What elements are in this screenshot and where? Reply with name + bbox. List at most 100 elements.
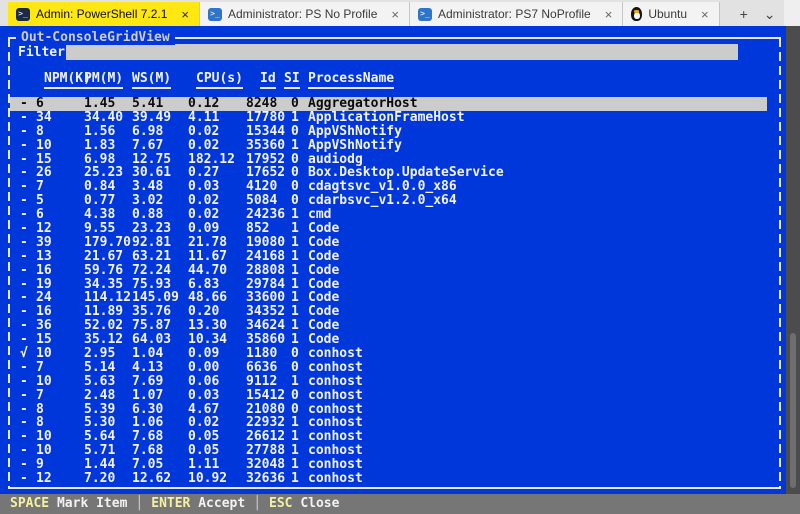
- tab-administrator-ps7-noprofile[interactable]: >_Administrator: PS7 NoProfile×: [410, 2, 623, 26]
- cell-ws: 75.87: [132, 319, 171, 333]
- scrollbar-track[interactable]: [786, 26, 800, 494]
- tab-dropdown-button[interactable]: ⌄: [756, 2, 784, 26]
- cell-npm: 6: [36, 208, 44, 222]
- cell-npm: 8: [36, 125, 44, 139]
- table-row[interactable]: -105.647.680.05266121conhost: [10, 430, 767, 444]
- cell-cpu: 0.20: [188, 305, 219, 319]
- cell-ws: 75.93: [132, 278, 171, 292]
- cell-npm: 9: [36, 458, 44, 472]
- cell-id: 34624: [246, 319, 285, 333]
- cell-ws: 7.05: [132, 458, 163, 472]
- tab-label: Administrator: PS7 NoProfile: [438, 7, 591, 21]
- cell-pm: 179.70: [84, 236, 131, 250]
- cell-ws: 1.04: [132, 347, 163, 361]
- cell-mark: -: [20, 125, 28, 139]
- cell-cpu: 0.03: [188, 180, 219, 194]
- cell-cpu: 21.78: [188, 236, 227, 250]
- cell-si: 1: [291, 278, 299, 292]
- cell-pm: 35.12: [84, 333, 123, 347]
- filter-input[interactable]: [66, 44, 738, 60]
- cell-si: 1: [291, 264, 299, 278]
- cell-ws: 30.61: [132, 166, 171, 180]
- table-row[interactable]: -61.455.410.1282480AggregatorHost: [10, 97, 767, 111]
- tab-administrator-ps-no-profile[interactable]: >_Administrator: PS No Profile×: [200, 2, 410, 26]
- cell-si: 1: [291, 305, 299, 319]
- cell-si: 1: [291, 458, 299, 472]
- cell-name: cdagtsvc_v1.0.0_x86: [308, 180, 457, 194]
- cell-ws: 3.48: [132, 180, 163, 194]
- table-row[interactable]: -129.5523.230.098521Code: [10, 222, 767, 236]
- table-row[interactable]: -1934.3575.936.83297841Code: [10, 278, 767, 292]
- cell-si: 1: [291, 222, 299, 236]
- tab-admin-powershell-7-2-1[interactable]: >_Admin: PowerShell 7.2.1×: [8, 2, 200, 26]
- cell-pm: 5.71: [84, 444, 115, 458]
- cell-cpu: 0.02: [188, 208, 219, 222]
- table-row[interactable]: -85.301.060.02229321conhost: [10, 416, 767, 430]
- statusbar-action: Accept: [190, 496, 245, 511]
- table-row[interactable]: -24114.12145.0948.66336001Code: [10, 291, 767, 305]
- cell-name: AggregatorHost: [308, 97, 418, 111]
- tux-icon: [631, 7, 642, 21]
- cell-cpu: 6.83: [188, 278, 219, 292]
- table-row[interactable]: -1535.1264.0310.34358601Code: [10, 333, 767, 347]
- table-row[interactable]: √102.951.040.0911800conhost: [10, 347, 767, 361]
- powershell-icon: >_: [16, 8, 30, 21]
- table-row[interactable]: -2625.2330.610.27176520Box.Desktop.Updat…: [10, 166, 767, 180]
- cell-si: 1: [291, 208, 299, 222]
- table-row[interactable]: -3434.4039.494.11177801ApplicationFrameH…: [10, 111, 767, 125]
- new-tab-button[interactable]: +: [732, 2, 756, 26]
- table-row[interactable]: -85.396.304.67210800conhost: [10, 403, 767, 417]
- tab-close-icon[interactable]: ×: [603, 7, 615, 22]
- table-row[interactable]: -101.837.670.02353601AppVShNotify: [10, 139, 767, 153]
- cell-cpu: 0.09: [188, 347, 219, 361]
- table-row[interactable]: -156.9812.75182.12179520audiodg: [10, 153, 767, 167]
- table-row[interactable]: -105.637.690.0691121conhost: [10, 375, 767, 389]
- table-row[interactable]: -81.566.980.02153440AppVShNotify: [10, 125, 767, 139]
- table-row[interactable]: -75.144.130.0066360conhost: [10, 361, 767, 375]
- cell-si: 1: [291, 472, 299, 486]
- cell-id: 6636: [246, 361, 277, 375]
- cell-pm: 114.12: [84, 291, 131, 305]
- cell-mark: -: [20, 97, 28, 111]
- table-row[interactable]: -72.481.070.03154120conhost: [10, 389, 767, 403]
- cell-pm: 4.38: [84, 208, 115, 222]
- minimize-button[interactable]: –: [784, 0, 800, 26]
- cell-name: Code: [308, 264, 339, 278]
- cell-mark: -: [20, 250, 28, 264]
- cell-pm: 9.55: [84, 222, 115, 236]
- tab-close-icon[interactable]: ×: [699, 7, 711, 22]
- cell-id: 17780: [246, 111, 285, 125]
- cell-pm: 1.83: [84, 139, 115, 153]
- cell-id: 33600: [246, 291, 285, 305]
- table-row[interactable]: -70.843.480.0341200cdagtsvc_v1.0.0_x86: [10, 180, 767, 194]
- cell-npm: 5: [36, 194, 44, 208]
- cell-name: conhost: [308, 472, 363, 486]
- table-row[interactable]: -64.380.880.02242361cmd: [10, 208, 767, 222]
- tab-label: Administrator: PS No Profile: [228, 7, 377, 21]
- table-row[interactable]: -127.2012.6210.92326361conhost: [10, 472, 767, 486]
- table-row[interactable]: -1659.7672.2444.70288081Code: [10, 264, 767, 278]
- tab-close-icon[interactable]: ×: [389, 7, 401, 22]
- cell-si: 0: [291, 97, 299, 111]
- cell-name: conhost: [308, 347, 363, 361]
- table-row[interactable]: -3652.0275.8713.30346241Code: [10, 319, 767, 333]
- cell-cpu: 0.02: [188, 416, 219, 430]
- table-row[interactable]: -105.717.680.05277881conhost: [10, 444, 767, 458]
- cell-pm: 34.35: [84, 278, 123, 292]
- table-row[interactable]: -39179.7092.8121.78190801Code: [10, 236, 767, 250]
- tab-ubuntu[interactable]: Ubuntu×: [623, 2, 719, 26]
- cell-mark: -: [20, 278, 28, 292]
- table-row[interactable]: -50.773.020.0250840cdarbsvc_v1.2.0_x64: [10, 194, 767, 208]
- cell-id: 24236: [246, 208, 285, 222]
- cell-cpu: 13.30: [188, 319, 227, 333]
- cell-cpu: 0.00: [188, 361, 219, 375]
- cell-npm: 8: [36, 416, 44, 430]
- table-row[interactable]: -91.447.051.11320481conhost: [10, 458, 767, 472]
- cell-pm: 1.44: [84, 458, 115, 472]
- table-row[interactable]: -1611.8935.760.20343521Code: [10, 305, 767, 319]
- tab-close-icon[interactable]: ×: [179, 7, 191, 22]
- scrollbar-thumb[interactable]: [790, 333, 796, 488]
- cell-ws: 0.88: [132, 208, 163, 222]
- table-row[interactable]: -1321.6763.2111.67241681Code: [10, 250, 767, 264]
- column-header-si: SI: [284, 72, 300, 86]
